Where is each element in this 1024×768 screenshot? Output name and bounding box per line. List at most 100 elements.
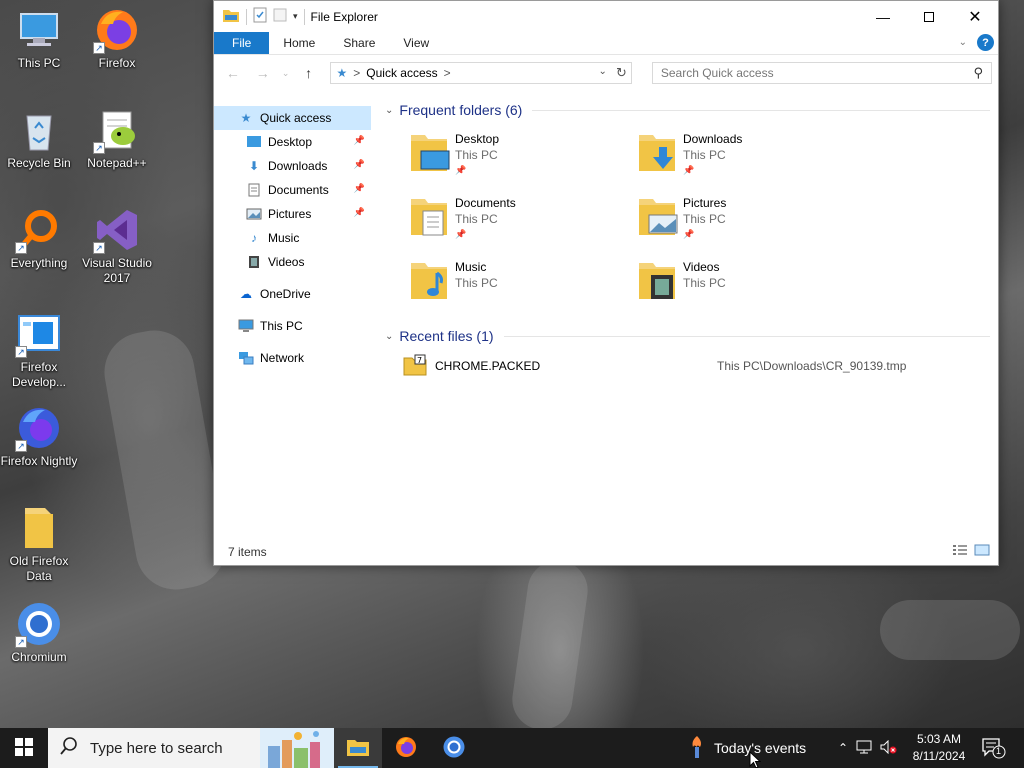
volume-muted-icon[interactable] bbox=[880, 739, 898, 757]
notification-center-button[interactable]: 1 bbox=[980, 736, 1006, 760]
window-title: File Explorer bbox=[310, 9, 378, 24]
group-header-recent-files[interactable]: ⌄ Recent files (1) bbox=[379, 323, 998, 349]
address-breadcrumb-quick-access[interactable]: Quick access bbox=[366, 66, 437, 80]
new-folder-icon[interactable] bbox=[273, 7, 287, 26]
file-path: This PC\Downloads\CR_90139.tmp bbox=[717, 359, 907, 373]
refresh-icon[interactable]: ↻ bbox=[616, 65, 627, 81]
notification-count-badge: 1 bbox=[996, 746, 1002, 756]
desktop-icon-visual-studio[interactable]: ↗ Visual Studio 2017 bbox=[78, 206, 156, 286]
videos-folder-icon bbox=[637, 255, 681, 303]
quick-access-star-icon: ★ bbox=[336, 66, 348, 80]
taskbar-search-box[interactable]: Type here to search bbox=[48, 728, 334, 768]
address-bar[interactable]: ★ > Quick access > ⌄ ↻ bbox=[329, 62, 632, 84]
large-icons-view-icon[interactable] bbox=[974, 544, 990, 559]
network-icon[interactable] bbox=[856, 740, 872, 757]
search-input[interactable]: Search Quick access bbox=[661, 66, 774, 80]
todays-events-widget[interactable]: Today's events bbox=[688, 728, 806, 768]
taskbar-file-explorer[interactable] bbox=[334, 728, 382, 768]
navigation-bar: ← → ⌄ ↑ ★ > Quick access > ⌄ ↻ Search Qu… bbox=[214, 55, 998, 91]
address-separator-trailing[interactable]: > bbox=[444, 66, 451, 80]
maximize-button[interactable] bbox=[906, 1, 952, 32]
tab-home[interactable]: Home bbox=[269, 32, 329, 54]
sidebar-item-videos[interactable]: Videos bbox=[214, 250, 371, 274]
sidebar-item-label: Quick access bbox=[260, 111, 332, 125]
desktop-icon-label: Visual Studio 2017 bbox=[82, 256, 152, 285]
sidebar-item-label: Documents bbox=[268, 183, 329, 197]
minimize-button[interactable]: — bbox=[860, 1, 906, 32]
clock-date: 8/11/2024 bbox=[912, 749, 966, 763]
folder-name: Downloads bbox=[683, 132, 743, 146]
tab-share[interactable]: Share bbox=[329, 32, 389, 54]
system-clock[interactable]: 5:03 AM 8/11/2024 bbox=[908, 731, 970, 765]
sidebar-item-this-pc[interactable]: This PC bbox=[214, 314, 371, 338]
recycle-bin-icon bbox=[15, 106, 63, 154]
close-button[interactable]: ✕ bbox=[952, 1, 998, 32]
properties-icon[interactable] bbox=[253, 7, 267, 26]
search-icon bbox=[60, 737, 78, 759]
search-box[interactable]: Search Quick access ⚲ bbox=[651, 62, 993, 84]
desktop-icon-label: Firefox Develop... bbox=[11, 360, 67, 389]
desktop-icon-firefox-developer[interactable]: ↗ Firefox Develop... bbox=[0, 310, 78, 390]
show-hidden-icons-chevron-icon[interactable]: ⌃ bbox=[838, 741, 848, 755]
expand-ribbon-chevron-icon[interactable]: ⌄ bbox=[959, 37, 967, 48]
desktop-icon-label: Chromium bbox=[11, 650, 67, 664]
sidebar-item-label: Music bbox=[268, 231, 300, 245]
folder-icon bbox=[15, 504, 63, 552]
pin-icon: 📌 bbox=[455, 229, 467, 239]
start-button[interactable] bbox=[0, 728, 48, 768]
sidebar-item-quick-access[interactable]: ★ Quick access bbox=[214, 106, 371, 130]
desktop-icon-old-firefox-data[interactable]: Old Firefox Data bbox=[0, 504, 78, 584]
computer-icon bbox=[15, 6, 63, 54]
recent-locations-chevron-icon[interactable]: ⌄ bbox=[280, 68, 292, 79]
sidebar-item-network[interactable]: Network bbox=[214, 346, 371, 370]
desktop-icon-firefox[interactable]: ↗ Firefox bbox=[78, 6, 156, 71]
desktop-icon-recycle-bin[interactable]: Recycle Bin bbox=[0, 106, 78, 171]
file-name: CHROME.PACKED bbox=[435, 359, 541, 373]
sidebar-item-documents[interactable]: Documents 📌 bbox=[214, 178, 371, 202]
taskbar-search-input[interactable]: Type here to search bbox=[90, 740, 223, 757]
taskbar-chromium[interactable] bbox=[430, 728, 478, 768]
folder-location: This PC bbox=[455, 276, 498, 290]
desktop-icon-label: Recycle Bin bbox=[7, 156, 71, 170]
desktop-icon-chromium[interactable]: ↗ Chromium bbox=[0, 600, 78, 665]
address-separator[interactable]: > bbox=[353, 66, 360, 80]
folder-tile-documents[interactable]: Documents This PC 📌 bbox=[409, 191, 637, 247]
chromium-icon: ↗ bbox=[15, 600, 63, 648]
taskbar-firefox[interactable] bbox=[382, 728, 430, 768]
title-bar[interactable]: ▾ File Explorer — ✕ bbox=[214, 1, 998, 32]
desktop-icon-this-pc[interactable]: This PC bbox=[0, 6, 78, 71]
sidebar-item-downloads[interactable]: ⬇ Downloads 📌 bbox=[214, 154, 371, 178]
pin-icon: 📌 bbox=[353, 159, 365, 169]
quick-access-star-icon: ★ bbox=[240, 111, 252, 125]
group-header-frequent-folders[interactable]: ⌄ Frequent folders (6) bbox=[379, 97, 998, 123]
sidebar-item-music[interactable]: ♪ Music bbox=[214, 226, 371, 250]
list-item[interactable]: 7 CHROME.PACKED This PC\Downloads\CR_901… bbox=[379, 353, 998, 379]
tab-file[interactable]: File bbox=[214, 32, 270, 54]
folder-name: Music bbox=[455, 260, 487, 274]
desktop-icon-everything[interactable]: ↗ Everything bbox=[0, 206, 78, 271]
forward-arrow-icon[interactable]: → bbox=[250, 65, 276, 81]
sidebar-item-label: Desktop bbox=[268, 135, 313, 149]
ribbon-tabs: File Home Share View ⌄ ? bbox=[214, 32, 998, 55]
sidebar-item-onedrive[interactable]: ☁ OneDrive bbox=[214, 282, 371, 306]
file-explorer-window: ▾ File Explorer — ✕ File Home Share View… bbox=[213, 0, 999, 566]
folder-tile-videos[interactable]: Videos This PC bbox=[637, 255, 865, 311]
tab-view[interactable]: View bbox=[389, 32, 443, 54]
details-view-icon[interactable] bbox=[952, 544, 968, 559]
folder-tile-music[interactable]: Music This PC bbox=[409, 255, 637, 311]
folder-tile-downloads[interactable]: Downloads This PC 📌 bbox=[637, 127, 865, 183]
shortcut-arrow-icon: ↗ bbox=[15, 636, 27, 648]
sidebar-item-pictures[interactable]: Pictures 📌 bbox=[214, 202, 371, 226]
folder-tile-desktop[interactable]: Desktop This PC 📌 bbox=[409, 127, 637, 183]
address-history-chevron-icon[interactable]: ⌄ bbox=[598, 66, 606, 77]
desktop-icon-firefox-nightly[interactable]: ↗ Firefox Nightly bbox=[0, 404, 78, 469]
back-arrow-icon[interactable]: ← bbox=[220, 65, 246, 81]
shortcut-arrow-icon: ↗ bbox=[93, 42, 105, 54]
network-icon bbox=[238, 350, 254, 366]
help-button[interactable]: ? bbox=[977, 34, 994, 51]
folder-tile-pictures[interactable]: Pictures This PC 📌 bbox=[637, 191, 865, 247]
desktop-icon-notepad-plus-plus[interactable]: ↗ Notepad++ bbox=[78, 106, 156, 171]
customize-toolbar-chevron-icon[interactable]: ▾ bbox=[293, 11, 298, 22]
sidebar-item-desktop[interactable]: Desktop 📌 bbox=[214, 130, 371, 154]
up-arrow-icon[interactable]: ↑ bbox=[296, 65, 322, 81]
